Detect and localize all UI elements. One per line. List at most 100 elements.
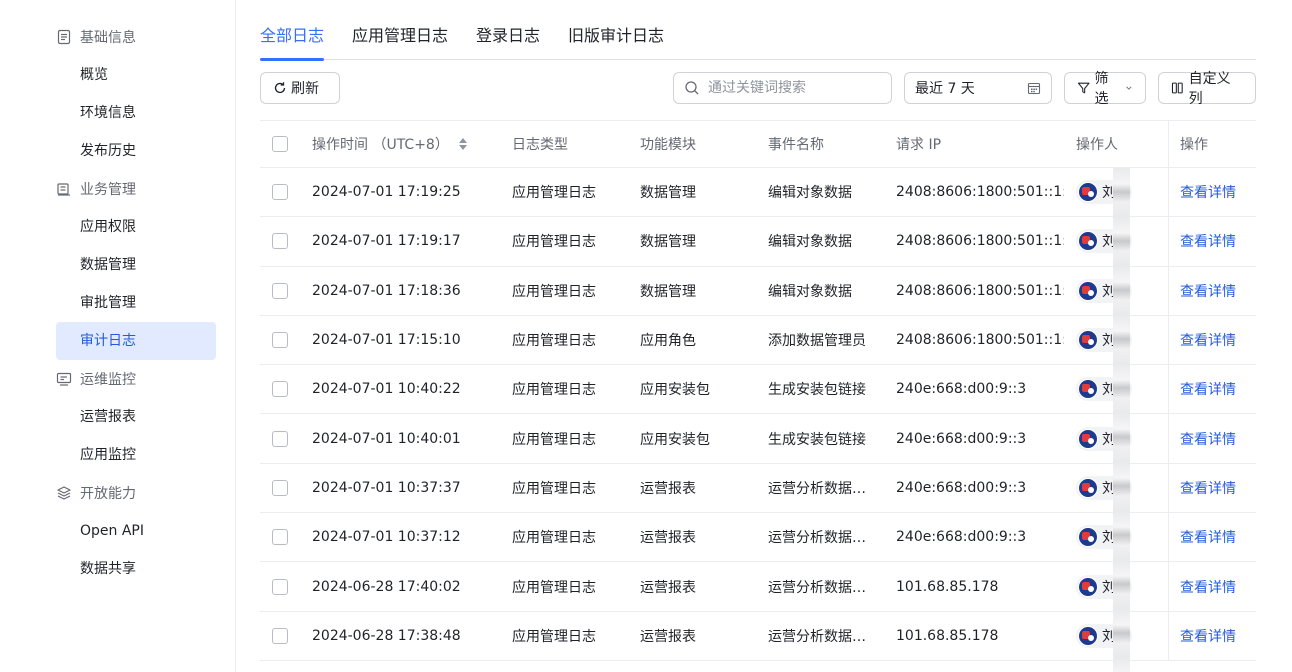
refresh-button[interactable]: 刷新 [260,72,340,104]
table-row[interactable]: 2024-07-01 17:19:17 应用管理日志 数据管理 编辑对象数据 2… [260,217,1256,267]
table-row[interactable]: 2024-07-01 10:37:37 应用管理日志 运营报表 运营分析数据… … [260,463,1256,514]
event-name: 编辑对象数据 [768,234,852,251]
search-input[interactable] [708,80,878,96]
date-range-picker[interactable]: 最近 7 天 [904,72,1052,104]
cell-ip: 240e:668:d00:9::3 [896,479,1027,496]
view-details-link[interactable]: 查看详情 [1180,379,1236,399]
sidebar-item-audit-log[interactable]: 审计日志 [56,322,216,360]
row-checkbox[interactable] [272,332,288,349]
cell-module: 运营报表 [640,480,696,497]
row-checkbox[interactable] [272,430,288,447]
table-row[interactable]: 2024-06-28 17:38:48 应用管理日志 运营报表 运营分析数据… … [260,611,1256,661]
table-row[interactable]: 2024-07-01 10:37:12 应用管理日志 运营报表 运营分析数据… … [260,513,1256,563]
row-checkbox[interactable] [272,282,288,299]
event-name: 运营分析数据… [768,628,866,645]
search-icon [685,81,699,95]
column-header-time[interactable]: 操作时间 （UTC+8） [312,121,502,167]
chevron-down-icon [1126,86,1132,90]
cell-type: 应用管理日志 [512,283,596,300]
view-details-link[interactable]: 查看详情 [1180,527,1236,547]
view-details-link[interactable]: 查看详情 [1180,330,1236,350]
nav-group-basic-info[interactable]: 基础信息 [56,18,136,56]
column-header-label: 操作时间 （UTC+8） [312,137,449,153]
nav-group-ops[interactable]: 运维监控 [56,360,136,398]
cell-type: 应用管理日志 [512,382,596,399]
event-name: 生成安装包链接 [768,431,866,448]
view-details-link[interactable]: 查看详情 [1180,478,1236,498]
cell-type: 应用管理日志 [512,579,596,596]
layers-icon [56,485,72,501]
sidebar-item-overview[interactable]: 概览 [56,56,216,94]
sidebar-item-open-api[interactable]: Open API [56,512,216,550]
view-details-link[interactable]: 查看详情 [1180,626,1236,646]
tab-login-logs[interactable]: 登录日志 [476,16,540,60]
table-row[interactable]: 2024-06-28 17:40:02 应用管理日志 运营报表 运营分析数据… … [260,562,1256,612]
avatar [1078,330,1098,351]
event-name: 运营分析数据… [768,530,866,547]
table-row[interactable]: 2024-07-01 10:40:01 应用管理日志 应用安装包 生成安装包链接… [260,414,1256,464]
column-header-module: 功能模块 [640,137,696,153]
row-checkbox[interactable] [272,529,288,546]
tab-legacy-audit-logs[interactable]: 旧版审计日志 [568,16,664,60]
sidebar-item-approval[interactable]: 审批管理 [56,284,216,322]
row-checkbox[interactable] [272,381,288,398]
cell-action: 查看详情 [1168,562,1256,611]
avatar [1078,231,1098,252]
cell-event: 生成安装包链接 [768,365,886,413]
nav-group-label: 运维监控 [80,372,136,388]
cell-type: 应用管理日志 [512,185,596,202]
filter-button[interactable]: 筛选 [1064,71,1146,107]
sidebar-item-app-permissions[interactable]: 应用权限 [56,208,216,246]
table-row[interactable]: 2024-07-01 17:15:10 应用管理日志 应用角色 添加数据管理员 … [260,315,1256,366]
view-details-link[interactable]: 查看详情 [1180,577,1236,597]
row-checkbox[interactable] [272,578,288,595]
table-row[interactable]: 2024-07-01 10:40:22 应用管理日志 应用安装包 生成安装包链接… [260,365,1256,415]
avatar [1078,576,1098,597]
tab-app-management-logs[interactable]: 应用管理日志 [352,16,448,60]
nav-group-open[interactable]: 开放能力 [56,474,136,512]
log-tabs: 全部日志 应用管理日志 登录日志 旧版审计日志 [260,16,1256,61]
avatar [1078,182,1098,203]
row-checkbox[interactable] [272,479,288,496]
sidebar-item-release-history[interactable]: 发布历史 [56,132,216,170]
sidebar-item-app-monitor[interactable]: 应用监控 [56,436,216,474]
cell-action: 查看详情 [1168,217,1256,266]
tab-all-logs[interactable]: 全部日志 [260,16,325,61]
sort-icon[interactable] [458,138,467,150]
sidebar-item-environment[interactable]: 环境信息 [56,94,216,132]
table-row[interactable]: 2024-07-01 17:18:36 应用管理日志 数据管理 编辑对象数据 2… [260,266,1256,316]
cell-action: 查看详情 [1168,463,1256,513]
columns-icon [1171,82,1183,94]
table-row[interactable]: 2024-07-01 17:19:25 应用管理日志 数据管理 编辑对象数据 2… [260,168,1256,218]
cell-ip: 2408:8606:1800:501::1:e [896,332,1064,349]
custom-columns-button[interactable]: 自定义列 [1158,71,1256,107]
view-details-link[interactable]: 查看详情 [1180,231,1236,251]
sidebar-item-data-sharing[interactable]: 数据共享 [56,550,216,588]
avatar [1078,625,1098,646]
cell-action: 查看详情 [1168,315,1256,365]
search-box[interactable] [673,72,892,104]
row-checkbox[interactable] [272,627,288,644]
cell-type: 应用管理日志 [512,628,596,645]
date-range-value: 最近 7 天 [915,81,975,97]
cell-event: 运营分析数据… [768,612,886,660]
sidebar-item-data-management[interactable]: 数据管理 [56,246,216,284]
cell-action: 查看详情 [1168,266,1256,315]
cell-action: 查看详情 [1168,611,1256,660]
cell-time: 2024-07-01 17:19:17 [312,233,461,250]
view-details-link[interactable]: 查看详情 [1180,429,1236,449]
cell-module: 运营报表 [640,530,696,547]
view-details-link[interactable]: 查看详情 [1180,281,1236,301]
avatar [1078,477,1098,498]
select-all-checkbox[interactable] [272,136,288,152]
cell-module: 应用安装包 [640,382,710,399]
cell-time: 2024-07-01 17:15:10 [312,332,461,349]
calendar-icon [1027,82,1041,95]
row-checkbox[interactable] [272,184,288,201]
cell-ip: 2408:8606:1800:501::1:e [896,282,1064,299]
view-details-link[interactable]: 查看详情 [1180,182,1236,202]
nav-group-business[interactable]: 业务管理 [56,170,136,208]
sidebar-item-ops-report[interactable]: 运营报表 [56,398,216,436]
row-checkbox[interactable] [272,233,288,250]
briefcase-icon [56,181,72,197]
